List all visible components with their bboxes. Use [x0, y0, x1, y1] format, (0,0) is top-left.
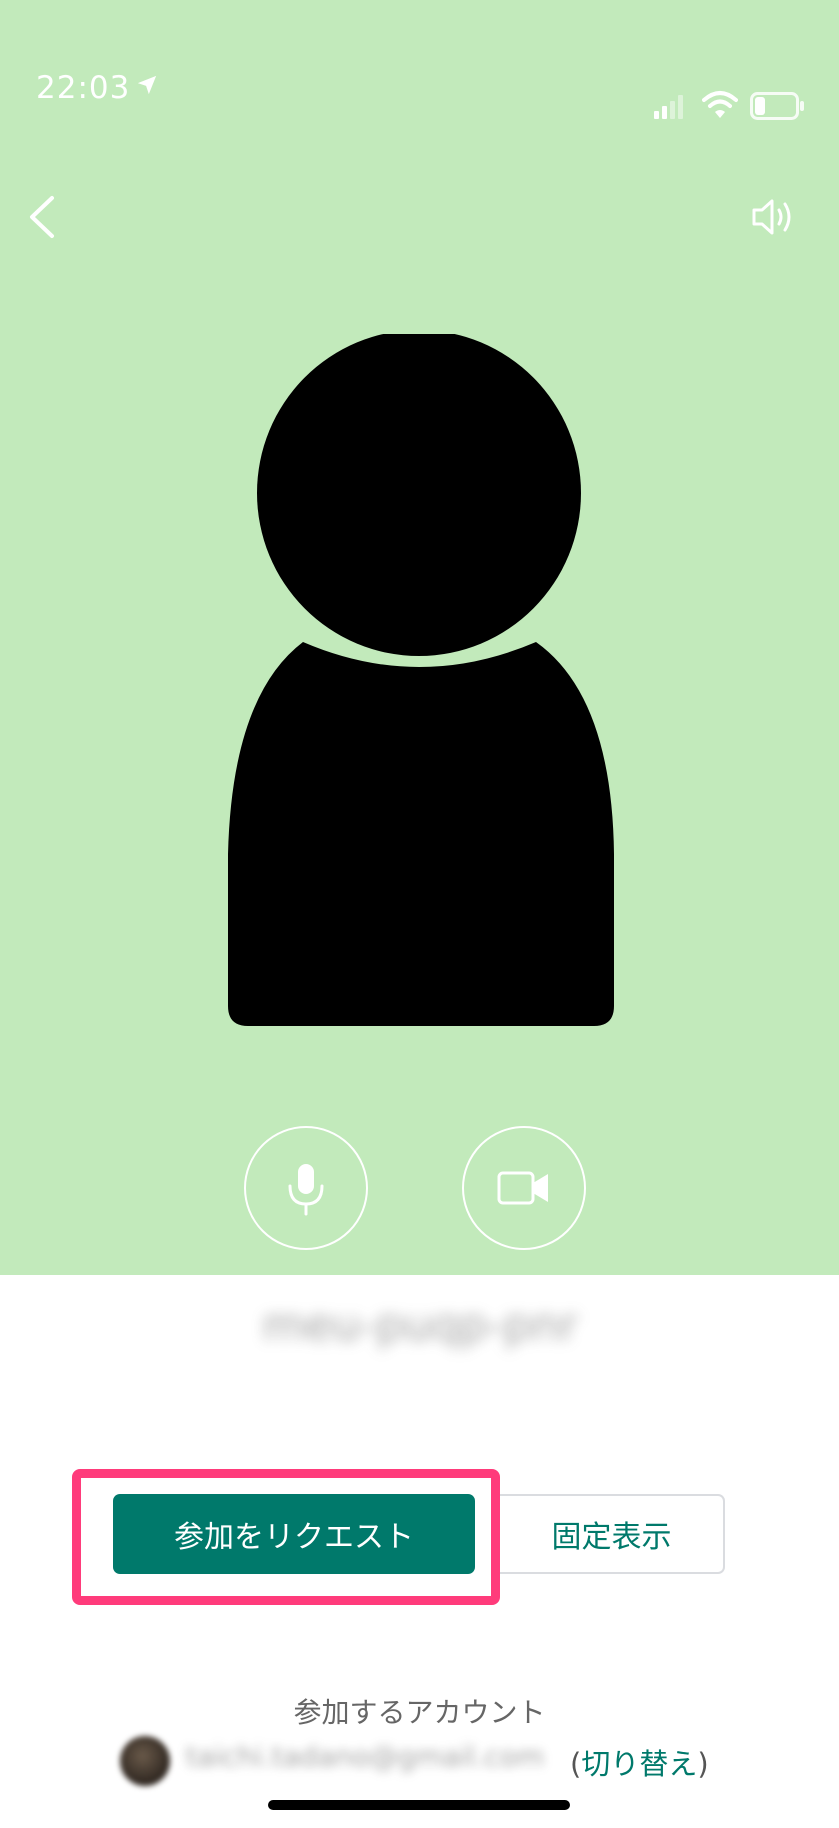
pin-button[interactable]: 固定表示: [500, 1494, 725, 1574]
account-email: taichi.tadano@gmail.com: [186, 1740, 545, 1773]
switch-account-label: 切り替え: [581, 1747, 698, 1781]
video-camera-icon: [497, 1171, 548, 1205]
speaker-button[interactable]: [750, 195, 798, 239]
wifi-icon: [702, 91, 738, 118]
microphone-toggle-button[interactable]: [244, 1126, 368, 1250]
account-avatar: [120, 1736, 170, 1786]
cellular-signal-icon: [654, 95, 683, 119]
switch-paren-close: ): [697, 1747, 709, 1781]
status-bar-time: 22:03: [36, 70, 158, 106]
camera-preview: 22:03: [0, 0, 839, 1275]
back-button[interactable]: [22, 192, 62, 242]
avatar-silhouette: [228, 334, 614, 1026]
clock-text: 22:03: [36, 70, 131, 106]
meeting-code: meu-puqp-pnr: [262, 1300, 578, 1351]
account-section-label: 参加するアカウント: [293, 1696, 546, 1729]
location-arrow-icon: [138, 75, 157, 95]
switch-account-link[interactable]: (切り替え): [570, 1741, 709, 1783]
battery-icon: [750, 92, 804, 120]
camera-toggle-button[interactable]: [462, 1126, 586, 1250]
request-to-join-button[interactable]: 参加をリクエスト: [113, 1494, 475, 1574]
switch-paren-open: (: [570, 1747, 582, 1781]
microphone-icon: [288, 1164, 324, 1216]
home-indicator[interactable]: [268, 1800, 570, 1810]
